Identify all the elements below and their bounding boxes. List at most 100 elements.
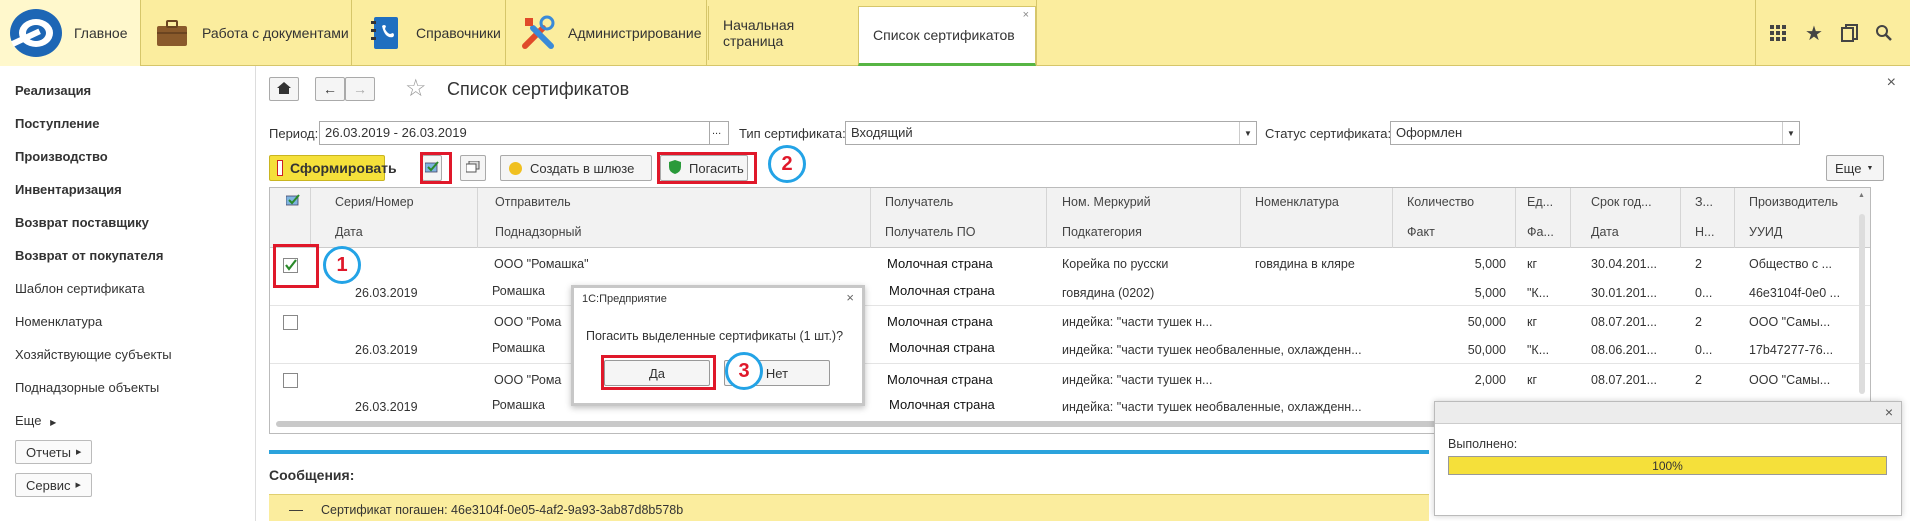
copy-button[interactable] [460, 155, 486, 181]
column-header-date2[interactable]: Дата [1591, 225, 1619, 239]
annotation-badge-3: 3 [725, 352, 763, 390]
column-header-nomenclature[interactable]: Номенклатура [1255, 195, 1339, 209]
column-header-series[interactable]: Серия/Номер [335, 195, 414, 209]
arrow-right-icon: → [353, 81, 367, 97]
sidebar-item-return-supplier[interactable]: Возврат поставщику [15, 215, 149, 230]
period-field[interactable]: 26.03.2019 - 26.03.2019 [319, 121, 719, 145]
cell-receiver-po: Молочная страна [889, 340, 995, 355]
reports-button[interactable]: Отчеты ▶ [15, 440, 93, 464]
column-header-date[interactable]: Дата [335, 225, 363, 239]
scrollbar-thumb[interactable] [1859, 214, 1865, 394]
column-header-receiver-po[interactable]: Получатель ПО [885, 225, 976, 239]
cell-z: 2 [1695, 315, 1702, 329]
column-header-uuid[interactable]: УУИД [1749, 225, 1782, 239]
cell-quantity: 5,000 [1474, 257, 1506, 271]
column-separator [1240, 188, 1241, 248]
progress-close-icon[interactable]: × [1885, 404, 1893, 420]
cell-manufacturer: ООО "Самы... [1749, 315, 1831, 329]
annotation-box-yes [601, 355, 716, 390]
generate-label: Сформировать [290, 160, 397, 176]
more-button[interactable]: Еще ▼ [1826, 155, 1884, 181]
column-header-manufacturer[interactable]: Производитель [1749, 195, 1838, 209]
status-label: Статус сертификата: [1265, 126, 1392, 141]
favorite-star-icon[interactable]: ☆ [405, 74, 427, 103]
star-icon[interactable]: ★ [1800, 19, 1828, 47]
sidebar-item-inventory[interactable]: Инвентаризация [15, 182, 122, 197]
cell-quantity: 50,000 [1467, 315, 1506, 329]
column-header-supervised[interactable]: Поднадзорный [495, 225, 581, 239]
forward-button[interactable]: → [345, 77, 375, 101]
column-header-subcategory[interactable]: Подкатегория [1062, 225, 1142, 239]
sidebar-item-entities[interactable]: Хозяйствующие субъекты [15, 347, 172, 362]
tab-close-icon[interactable]: × [1023, 9, 1029, 21]
cell-date: 26.03.2019 [355, 343, 418, 357]
service-button[interactable]: Сервис ▶ [15, 473, 92, 497]
cell-subcategory: индейка: "части тушек необваленные, охла… [1062, 343, 1362, 357]
sidebar-item-nomenclature[interactable]: Номенклатура [15, 314, 102, 329]
row-separator [270, 305, 1870, 306]
function-panel: Реализация Поступление Производство Инве… [0, 66, 256, 521]
column-header-sender[interactable]: Отправитель [495, 195, 571, 209]
tab-certificate-list[interactable]: Список сертификатов × [858, 6, 1036, 66]
create-in-gateway-button[interactable]: Создать в шлюзе [500, 155, 652, 181]
message-item[interactable]: — Сертификат погашен: 46e3104f-0e05-4af2… [269, 494, 1429, 521]
header-checkbox-icon[interactable] [285, 194, 300, 209]
sidebar-more[interactable]: Еще ▶ [15, 413, 56, 428]
search-icon[interactable] [1870, 19, 1898, 47]
section-documents[interactable]: Работа с документами [152, 0, 349, 66]
section-admin[interactable]: Администрирование [518, 0, 702, 66]
separator [706, 0, 707, 66]
vertical-scrollbar[interactable]: ▲ [1858, 192, 1866, 394]
type-label: Тип сертификата: [739, 126, 846, 141]
type-select[interactable]: Входящий ▼ [845, 121, 1257, 145]
column-separator [1734, 188, 1735, 248]
dialog-close-icon[interactable]: × [846, 290, 854, 305]
home-icon [277, 81, 291, 97]
annotation-box-select-all [420, 152, 452, 184]
scroll-up-icon[interactable]: ▲ [1858, 192, 1866, 199]
cell-receiver: Молочная страна [887, 256, 993, 271]
column-header-n[interactable]: Н... [1695, 225, 1714, 239]
column-header-mercury[interactable]: Ном. Меркурий [1062, 195, 1151, 209]
column-header-receiver[interactable]: Получатель [885, 195, 953, 209]
chevron-down-icon[interactable]: ▼ [1239, 122, 1256, 144]
section-documents-label: Работа с документами [202, 25, 349, 41]
sidebar-item-return-customer[interactable]: Возврат от покупателя [15, 248, 163, 263]
chevron-down-icon: ▼ [1866, 164, 1874, 172]
sidebar-item-receipt[interactable]: Поступление [15, 116, 100, 131]
row-checkbox[interactable] [283, 315, 298, 330]
history-icon[interactable] [1836, 19, 1864, 47]
home-button[interactable] [269, 77, 299, 101]
column-header-fact[interactable]: Факт [1407, 225, 1435, 239]
cell-receiver: Молочная страна [887, 372, 993, 387]
section-directories[interactable]: Справочники [366, 0, 501, 66]
column-header-expiry[interactable]: Срок год... [1591, 195, 1652, 209]
cell-date2: 30.01.201... [1591, 286, 1658, 300]
column-header-fa[interactable]: Фа... [1527, 225, 1554, 239]
chevron-down-icon[interactable]: ▼ [1782, 122, 1799, 144]
grid-icon[interactable] [1764, 19, 1792, 47]
form-close-icon[interactable]: × [1887, 74, 1896, 92]
column-header-z[interactable]: З... [1695, 195, 1713, 209]
sidebar-item-production[interactable]: Производство [15, 149, 108, 164]
row-checkbox[interactable] [283, 373, 298, 388]
triangle-right-icon: ▶ [75, 449, 82, 456]
cell-z: 2 [1695, 373, 1702, 387]
period-select-button[interactable]: ... [709, 121, 729, 145]
collapse-icon[interactable]: — [289, 501, 303, 517]
reports-label: Отчеты [26, 444, 71, 460]
cell-quantity: 2,000 [1474, 373, 1506, 387]
cell-fa: "К... [1527, 343, 1550, 357]
sidebar-item-sales[interactable]: Реализация [15, 83, 91, 98]
generate-button[interactable]: Сформировать [269, 155, 397, 181]
row-separator [270, 363, 1870, 364]
back-button[interactable]: ← [315, 77, 345, 101]
triangle-right-icon: ▶ [50, 418, 57, 427]
sidebar-item-cert-template[interactable]: Шаблон сертификата [15, 281, 145, 296]
column-header-unit[interactable]: Ед... [1527, 195, 1553, 209]
sidebar-item-supervised[interactable]: Поднадзорные объекты [15, 380, 159, 395]
1c-logo-icon [10, 9, 62, 57]
column-header-quantity[interactable]: Количество [1407, 195, 1474, 209]
status-select[interactable]: Оформлен ▼ [1390, 121, 1800, 145]
tab-start-page[interactable]: Начальная страница [708, 6, 858, 60]
